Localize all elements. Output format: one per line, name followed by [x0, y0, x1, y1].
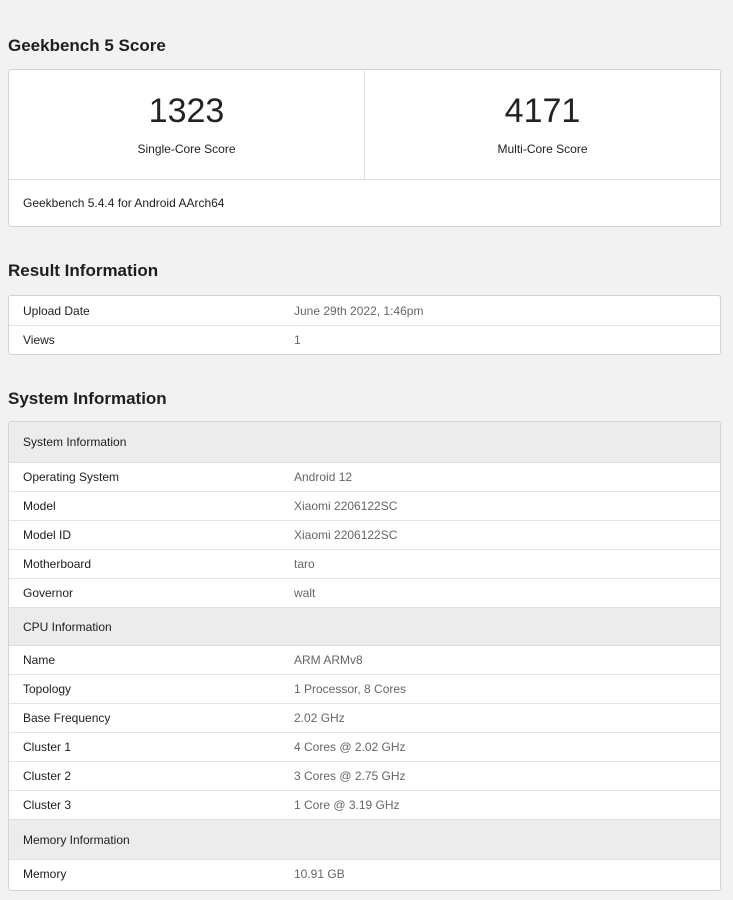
row-key: Cluster 3 — [23, 798, 72, 812]
row-key: Topology — [23, 682, 72, 696]
benchmark-version: Geekbench 5.4.4 for Android AArch64 — [23, 196, 225, 210]
table-row: Cluster 1 4 Cores @ 2.02 GHz — [9, 732, 720, 761]
row-key: Governor — [23, 586, 74, 600]
table-row: Governor walt — [9, 578, 720, 607]
row-key: Model — [23, 499, 56, 513]
score-row: 1323 Single-Core Score 4171 Multi-Core S… — [9, 70, 720, 180]
group-header-cpu: CPU Information — [9, 607, 720, 645]
row-value: Xiaomi 2206122SC — [294, 499, 398, 513]
row-key: Motherboard — [23, 557, 92, 571]
table-row: Operating System Android 12 — [9, 462, 720, 491]
row-key: Operating System — [23, 470, 120, 484]
table-row: Name ARM ARMv8 — [9, 645, 720, 674]
system-table: System Information Operating System Andr… — [8, 421, 721, 891]
group-header-system: System Information — [9, 422, 720, 462]
multi-core-score-label: Multi-Core Score — [497, 142, 588, 156]
result-table: Upload Date June 29th 2022, 1:46pm Views… — [8, 295, 721, 355]
score-card: 1323 Single-Core Score 4171 Multi-Core S… — [8, 69, 721, 227]
multi-core-score-value: 4171 — [504, 92, 581, 130]
single-core-score-cell: 1323 Single-Core Score — [9, 70, 364, 179]
row-value: 4 Cores @ 2.02 GHz — [294, 740, 406, 754]
table-row: Cluster 3 1 Core @ 3.19 GHz — [9, 790, 720, 819]
row-value: walt — [294, 586, 316, 600]
table-row-upload-date: Upload Date June 29th 2022, 1:46pm — [9, 296, 720, 325]
table-row: Cluster 2 3 Cores @ 2.75 GHz — [9, 761, 720, 790]
row-key: Name — [23, 653, 56, 667]
row-value: taro — [294, 557, 315, 571]
row-value: 3 Cores @ 2.75 GHz — [294, 769, 406, 783]
score-section-title: Geekbench 5 Score — [8, 36, 166, 55]
row-value: Xiaomi 2206122SC — [294, 528, 398, 542]
row-value: 10.91 GB — [294, 867, 345, 881]
row-key: Memory — [23, 867, 67, 881]
single-core-score-label: Single-Core Score — [137, 142, 236, 156]
row-key: Cluster 2 — [23, 769, 72, 783]
row-key: Base Frequency — [23, 711, 111, 725]
multi-core-score-cell: 4171 Multi-Core Score — [364, 70, 720, 179]
row-key: Cluster 1 — [23, 740, 72, 754]
single-core-score-value: 1323 — [148, 92, 225, 130]
system-section-title: System Information — [8, 389, 167, 408]
row-value: 1 Core @ 3.19 GHz — [294, 798, 400, 812]
group-header-memory: Memory Information — [9, 819, 720, 859]
row-key: Upload Date — [23, 303, 90, 318]
row-key: Views — [23, 333, 55, 347]
table-row: Model Xiaomi 2206122SC — [9, 491, 720, 520]
table-row: Motherboard taro — [9, 549, 720, 578]
row-key: Model ID — [23, 528, 72, 542]
table-row: Topology 1 Processor, 8 Cores — [9, 674, 720, 703]
row-value: Android 12 — [294, 470, 353, 484]
result-section-title: Result Information — [8, 261, 159, 280]
row-value: 1 — [294, 333, 301, 347]
row-value: 1 Processor, 8 Cores — [294, 682, 407, 696]
table-row: Base Frequency 2.02 GHz — [9, 703, 720, 732]
row-value: June 29th 2022, 1:46pm — [294, 303, 424, 318]
table-row-views: Views 1 — [9, 325, 720, 354]
table-row: Model ID Xiaomi 2206122SC — [9, 520, 720, 549]
row-value: ARM ARMv8 — [294, 653, 363, 667]
row-value: 2.02 GHz — [294, 711, 345, 725]
table-row: Memory 10.91 GB — [9, 859, 720, 888]
